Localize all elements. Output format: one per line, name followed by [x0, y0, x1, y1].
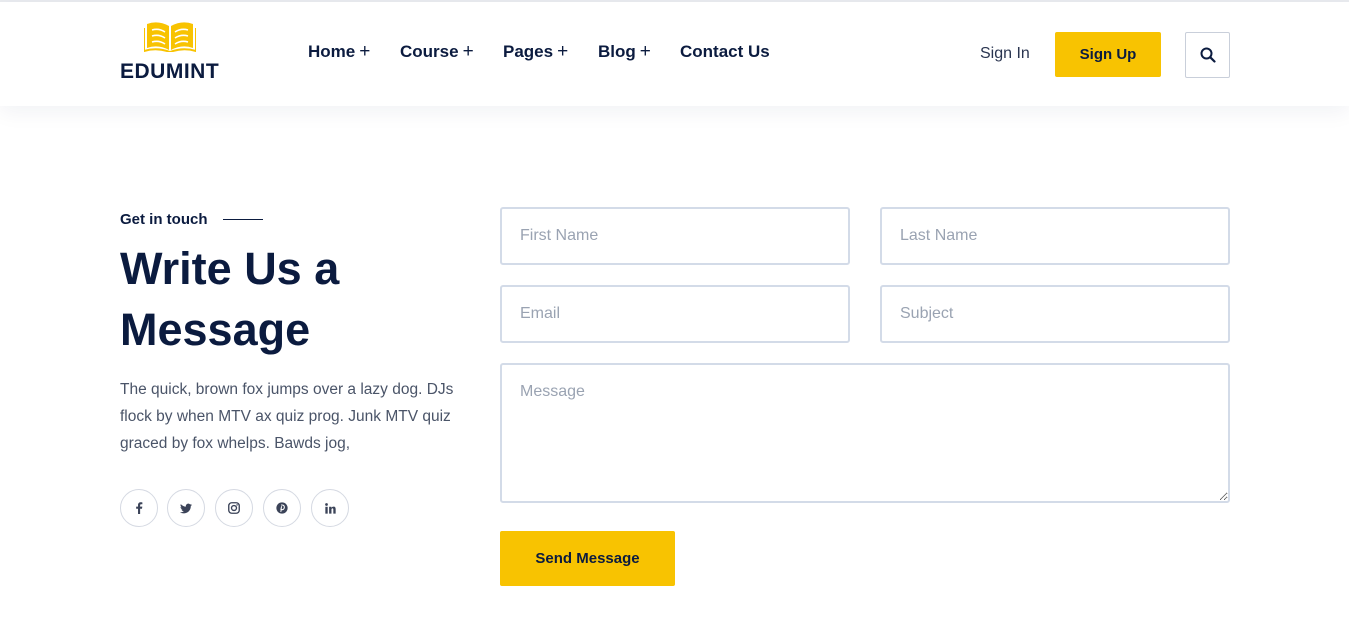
twitter-link[interactable]: [167, 489, 205, 527]
instagram-icon: [228, 502, 240, 514]
nav-item-label: Pages: [503, 42, 554, 61]
pinterest-link[interactable]: [263, 489, 301, 527]
open-book-icon: [144, 22, 196, 52]
subject-field[interactable]: [880, 285, 1230, 343]
linkedin-link[interactable]: [311, 489, 349, 527]
message-field[interactable]: [500, 363, 1230, 503]
plus-icon: +: [639, 41, 651, 62]
nav-item-contact-us[interactable]: Contact Us: [680, 42, 770, 62]
instagram-link[interactable]: [215, 489, 253, 527]
send-message-button[interactable]: Send Message: [500, 531, 675, 586]
search-icon: [1200, 47, 1216, 63]
nav-item-pages[interactable]: Pages +: [503, 42, 568, 62]
plus-icon: +: [359, 41, 371, 62]
nav-item-label: Contact Us: [680, 42, 770, 61]
nav-item-course[interactable]: Course +: [400, 42, 474, 62]
sign-up-button[interactable]: Sign Up: [1055, 32, 1161, 77]
nav-item-label: Home: [308, 42, 356, 61]
sign-in-link[interactable]: Sign In: [980, 45, 1030, 63]
section-eyebrow: Get in touch: [120, 211, 208, 228]
site-header: EDUMINT Home + Course + Pages + Blog + Conta…: [0, 2, 1349, 106]
facebook-link[interactable]: [120, 489, 158, 527]
pinterest-icon: [276, 502, 288, 514]
page-title: Write Us a Message: [120, 243, 340, 355]
last-name-field[interactable]: [880, 207, 1230, 265]
nav-item-home[interactable]: Home +: [308, 42, 370, 62]
nav-item-blog[interactable]: Blog +: [598, 42, 651, 62]
plus-icon: +: [557, 41, 569, 62]
twitter-icon: [180, 503, 192, 513]
search-button[interactable]: [1185, 32, 1230, 78]
plus-icon: +: [462, 41, 474, 62]
section-description: The quick, brown fox jumps over a lazy d…: [120, 381, 454, 452]
logo[interactable]: EDUMINT: [120, 20, 240, 90]
first-name-field[interactable]: [500, 207, 850, 265]
nav-item-label: Course: [400, 42, 459, 61]
facebook-icon: [136, 502, 143, 514]
linkedin-icon: [324, 502, 336, 514]
eyebrow-divider: [223, 219, 263, 220]
nav-item-label: Blog: [598, 42, 636, 61]
brand-name: EDUMINT: [120, 60, 220, 83]
email-field[interactable]: [500, 285, 850, 343]
